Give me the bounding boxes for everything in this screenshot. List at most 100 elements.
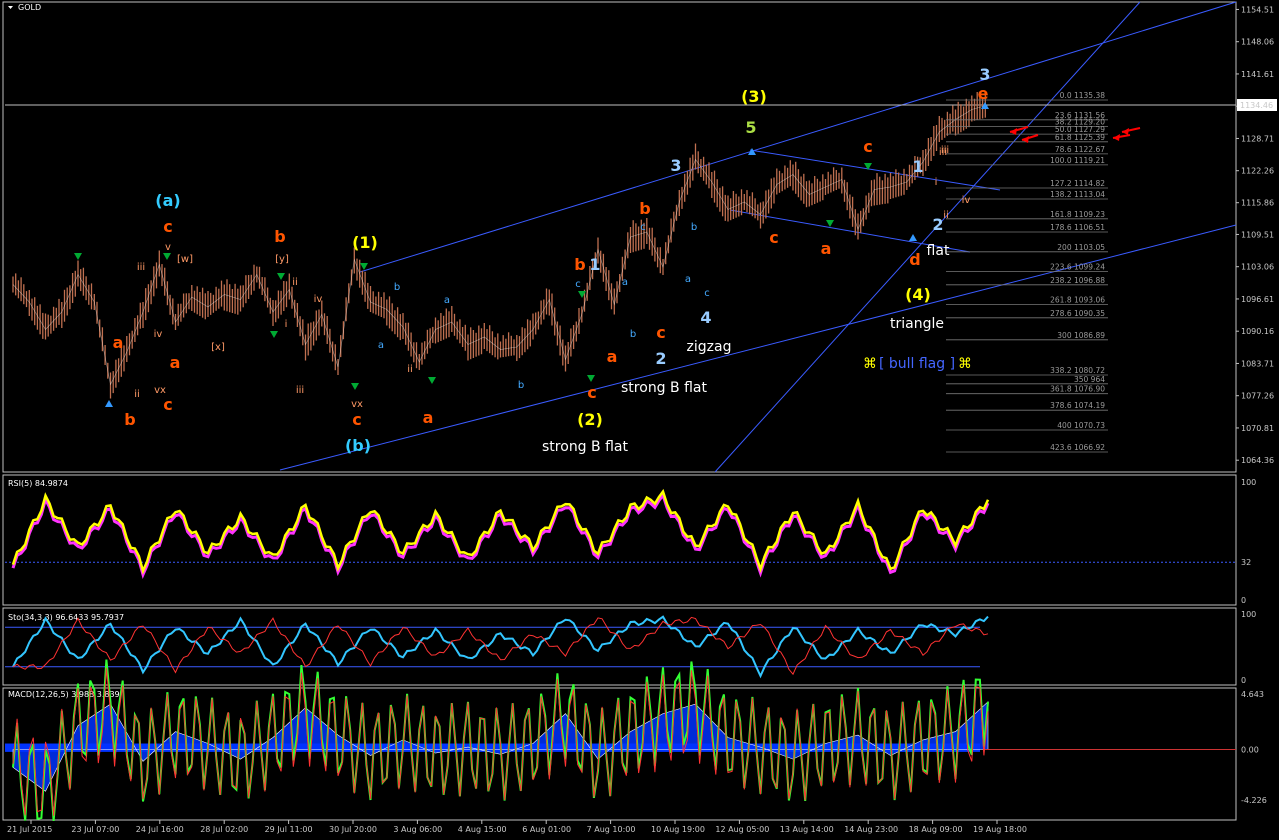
fib-level-label: 138.2 1113.04 <box>1050 190 1105 199</box>
time-tick-label: 4 Aug 15:00 <box>458 825 507 834</box>
fib-level-label: 238.2 1096.88 <box>1050 276 1105 285</box>
wave-label-orange: b <box>274 227 285 246</box>
rsi-tick-label: 100 <box>1241 478 1256 487</box>
wave-label-orange: [y] <box>275 254 289 265</box>
wave-label-orange: vx <box>351 399 363 410</box>
wave-label-orange: b <box>574 255 585 274</box>
wave-label-roman: i <box>935 177 938 188</box>
wave-marker <box>587 375 595 382</box>
wave-note: triangle <box>890 316 944 332</box>
time-tick-label: 23 Jul 07:00 <box>71 825 119 834</box>
fib-level-label: 278.6 1090.35 <box>1050 309 1105 318</box>
macd-panel: MACD(12,26,5) 3.988 3.839 <box>5 659 1236 821</box>
wave-label-cyan: (a) <box>155 191 180 210</box>
wave-label-blue: b <box>518 380 524 391</box>
price-tick-label: 1109.51 <box>1241 230 1274 239</box>
rsi-tick-label: 32 <box>1241 558 1251 567</box>
wave-label-lightblue: 5 <box>745 118 756 137</box>
fib-level-label: 261.8 1093.06 <box>1050 296 1105 305</box>
sto-signal-line <box>12 616 989 676</box>
time-tick-label: 21 Jul 2015 <box>7 825 52 834</box>
wave-label-blue: a <box>444 295 450 306</box>
time-tick-label: 3 Aug 06:00 <box>393 825 442 834</box>
wave-label-orange: c <box>863 137 872 156</box>
fib-level-label: 300 1086.89 <box>1057 331 1105 340</box>
wave-label-blue: a <box>622 277 628 288</box>
wave-label-blue: c <box>640 222 646 233</box>
wave-label-roman: iii <box>939 147 947 158</box>
macd-tick-label: 4.643 <box>1241 690 1264 699</box>
price-tick-label: 1103.06 <box>1241 263 1274 272</box>
wave-label-blue: b <box>691 222 697 233</box>
wave-marker-blue <box>909 234 917 241</box>
wave-marker-blue <box>105 400 113 407</box>
wave-marker-blue <box>748 148 756 155</box>
wave-label-roman: i <box>285 319 288 330</box>
current-price-label: 1134.46 <box>1240 101 1273 110</box>
wave-label-roman: iv <box>154 329 163 340</box>
price-tick-label: 1090.16 <box>1241 327 1274 336</box>
price-tick-label: 1141.61 <box>1241 70 1274 79</box>
wave-label-blue: a <box>378 340 384 351</box>
bull-flag-icon: ⌘ <box>863 356 877 372</box>
wave-label-blue: b <box>394 282 400 293</box>
wave-marker <box>360 263 368 270</box>
wave-label-roman: iii <box>137 262 145 273</box>
wave-label-cyan: (b) <box>345 436 371 455</box>
fib-level-label: 378.6 1074.19 <box>1050 401 1105 410</box>
sto-tick-label: 100 <box>1241 610 1256 619</box>
trading-chart[interactable]: 0.0 1135.3823.6 1131.5638.2 1129.2050.0 … <box>0 0 1279 836</box>
wave-label-roman: ii <box>134 389 140 400</box>
wave-label-yellow: (3) <box>741 87 767 106</box>
fib-level-label: 178.6 1106.51 <box>1050 223 1105 232</box>
fib-arrow-head <box>1122 128 1129 135</box>
wave-label-orange: e <box>978 84 989 103</box>
wave-label-lightblue: 1 <box>589 255 600 274</box>
wave-label-orange: a <box>423 408 434 427</box>
wave-label-roman: iv <box>962 195 971 206</box>
wave-label-orange: a <box>113 333 124 352</box>
wave-label-orange: b <box>639 199 650 218</box>
wave-marker <box>277 273 285 280</box>
fib-level-label: 0.0 1135.38 <box>1060 91 1106 100</box>
time-tick-label: 19 Aug 18:00 <box>973 825 1027 834</box>
rsi-tick-label: 0 <box>1241 596 1246 605</box>
time-tick-label: 10 Aug 19:00 <box>651 825 705 834</box>
macd-tick-label: -4.226 <box>1241 796 1267 805</box>
wave-marker <box>428 377 436 384</box>
rsi-header: RSI(5) 84.9874 <box>8 479 68 488</box>
stochastic-header: Sto(34,3,3) 96.6433 95.7937 <box>8 613 124 622</box>
wave-label-orange: c <box>587 383 596 402</box>
wave-label-orange: [w] <box>177 254 193 265</box>
wave-label-blue: b <box>630 329 636 340</box>
time-tick-label: 24 Jul 16:00 <box>136 825 184 834</box>
fib-level-label: 423.6 1066.92 <box>1050 443 1105 452</box>
fib-level-label: 361.8 1076.90 <box>1050 385 1105 394</box>
wave-label-orange: d <box>909 250 920 269</box>
price-tick-label: 1128.71 <box>1241 134 1274 143</box>
fib-level-label: 161.8 1109.23 <box>1050 210 1105 219</box>
wave-label-roman: ii <box>407 364 413 375</box>
wave-label-blue: c <box>575 279 581 290</box>
sto-tick-label: 0 <box>1241 676 1246 685</box>
wave-note: strong B flat <box>621 380 707 396</box>
fib-level-label: 400 1070.73 <box>1057 421 1105 430</box>
wave-label-orange: vx <box>154 385 166 396</box>
wave-label-orange: c <box>352 410 361 429</box>
price-tick-label: 1148.06 <box>1241 38 1274 47</box>
price-tick-label: 1064.36 <box>1241 456 1274 465</box>
wave-note: flat <box>927 243 950 259</box>
wave-label-orange: c <box>163 217 172 236</box>
wave-label-orange: b <box>124 410 135 429</box>
wave-label-orange: a <box>821 239 832 258</box>
wave-label-orange: iii <box>296 385 304 396</box>
wave-label-lightblue: 1 <box>912 157 923 176</box>
time-tick-label: 6 Aug 01:00 <box>522 825 571 834</box>
wave-label-yellow: (4) <box>905 285 931 304</box>
wave-label-lightblue: 3 <box>979 65 990 84</box>
wave-note: zigzag <box>687 339 732 355</box>
wave-label-blue: c <box>704 288 710 299</box>
wave-label-orange: a <box>607 347 618 366</box>
wave-label-lightblue: 2 <box>932 215 943 234</box>
fib-arrow-head <box>1113 134 1120 141</box>
